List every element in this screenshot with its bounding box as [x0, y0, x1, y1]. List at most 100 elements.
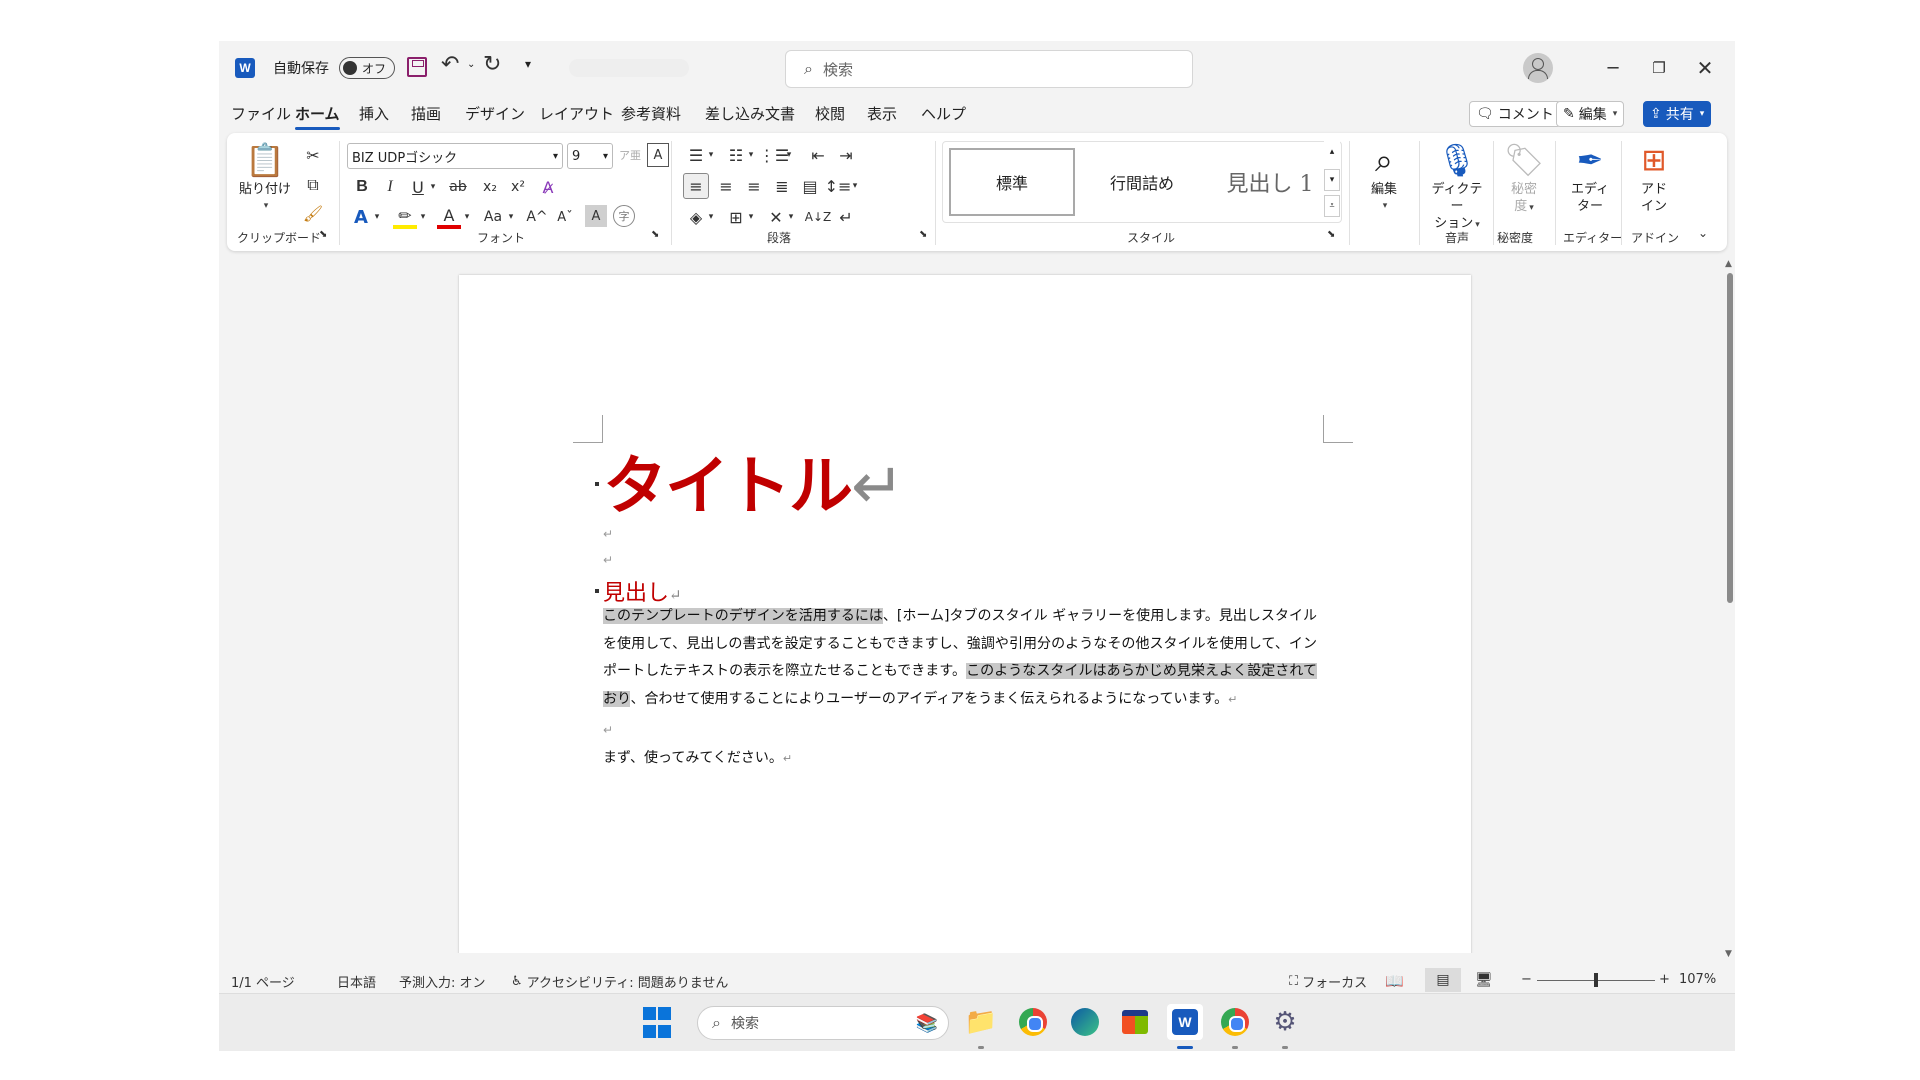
align-left-icon[interactable]: ≡	[683, 173, 709, 199]
gallery-scroll-up-icon[interactable]: ▴	[1324, 141, 1340, 163]
account-avatar-icon[interactable]	[1523, 53, 1553, 83]
text-effects-icon[interactable]: A	[349, 205, 373, 229]
read-mode-icon[interactable]: 📖	[1385, 972, 1404, 990]
editor-button[interactable]: ✒ エディ ター	[1563, 139, 1617, 215]
tab-draw[interactable]: 描画	[411, 103, 441, 124]
document-page[interactable]: タイトル↵ ↵ ↵ 見出し↵ このテンプレートのデザインを活用するには、[ホーム…	[459, 275, 1471, 953]
scroll-down-icon[interactable]: ▼	[1725, 949, 1732, 959]
restore-button[interactable]: ❐	[1639, 53, 1679, 83]
grow-font-icon[interactable]: A^	[525, 205, 549, 229]
dialog-launcher-icon[interactable]: ⬊	[919, 229, 927, 240]
editing-button[interactable]: ⌕ 編集 ▾	[1359, 139, 1409, 215]
focus-mode-button[interactable]: ⛶ フォーカス	[1289, 972, 1367, 991]
align-right-icon[interactable]: ≡	[741, 173, 767, 199]
tab-view[interactable]: 表示	[867, 103, 897, 124]
chevron-down-icon[interactable]: ▾	[849, 173, 861, 199]
tab-mailings[interactable]: 差し込み文書	[705, 103, 795, 124]
bold-icon[interactable]: B	[351, 175, 373, 199]
tab-references[interactable]: 参考資料	[621, 103, 681, 124]
superscript-icon[interactable]: x²	[505, 175, 531, 199]
shrink-font-icon[interactable]: Aˇ	[553, 205, 577, 229]
subscript-icon[interactable]: x₂	[477, 175, 503, 199]
chrome-icon[interactable]	[1217, 1004, 1253, 1040]
dialog-launcher-icon[interactable]: ⬊	[319, 229, 327, 240]
enclose-characters-icon[interactable]: 字	[613, 205, 635, 227]
chevron-down-icon[interactable]: ▾	[745, 143, 757, 167]
font-color-icon[interactable]: A	[437, 205, 461, 229]
underline-icon[interactable]: U	[407, 175, 429, 199]
change-case-icon[interactable]: Aa	[479, 205, 507, 229]
tab-home[interactable]: ホーム	[295, 103, 340, 130]
chevron-down-icon[interactable]: ▾	[785, 205, 797, 229]
autosave-toggle[interactable]: オフ	[339, 57, 395, 79]
document-body-paragraph[interactable]: このテンプレートのデザインを活用するには、[ホーム]タブのスタイル ギャラリーを…	[603, 603, 1317, 713]
strikethrough-icon[interactable]: ab	[445, 175, 471, 199]
gallery-more-icon[interactable]: ⩡	[1324, 195, 1340, 217]
tab-review[interactable]: 校閲	[815, 103, 845, 124]
chevron-down-icon[interactable]: ▾	[783, 143, 795, 167]
undo-dropdown-icon[interactable]: ⌄	[467, 59, 475, 70]
tab-help[interactable]: ヘルプ	[921, 103, 966, 124]
zoom-level[interactable]: 107%	[1679, 972, 1716, 987]
zoom-out-button[interactable]: −	[1521, 972, 1532, 987]
close-button[interactable]: ✕	[1685, 53, 1725, 83]
microsoft-store-icon[interactable]	[1117, 1004, 1153, 1040]
vertical-scrollbar[interactable]: ▲ ▼	[1725, 259, 1735, 959]
word-taskbar-icon[interactable]: W	[1167, 1004, 1203, 1040]
settings-gear-icon[interactable]: ⚙	[1267, 1004, 1303, 1040]
chevron-down-icon[interactable]: ▾	[705, 143, 717, 167]
decrease-indent-icon[interactable]: ⇤	[805, 143, 831, 167]
comment-button[interactable]: 🗨 コメント	[1469, 101, 1561, 127]
document-canvas[interactable]: タイトル↵ ↵ ↵ 見出し↵ このテンプレートのデザインを活用するには、[ホーム…	[219, 255, 1719, 953]
redo-icon[interactable]: ↻	[483, 52, 501, 77]
collapse-ribbon-icon[interactable]: ⌄	[1693, 223, 1713, 243]
style-no-spacing[interactable]: 行間詰め	[1079, 148, 1205, 216]
paste-button[interactable]: 📋 貼り付け ▾	[239, 139, 291, 215]
scrollbar-thumb[interactable]	[1727, 273, 1733, 603]
chevron-down-icon[interactable]: ▾	[705, 205, 717, 229]
distributed-icon[interactable]: ▤	[797, 173, 823, 199]
web-layout-icon[interactable]: 🖥	[1475, 972, 1493, 988]
style-heading-1[interactable]: 見出し 1	[1207, 148, 1333, 216]
language-indicator[interactable]: 日本語	[337, 972, 376, 991]
phonetic-guide-icon[interactable]: ア亜	[619, 143, 641, 167]
tab-layout[interactable]: レイアウト	[539, 103, 614, 124]
file-explorer-icon[interactable]: 📁	[963, 1004, 999, 1040]
cut-icon[interactable]: ✂	[301, 143, 325, 167]
add-ins-button[interactable]: ⊞ アド イン	[1629, 139, 1679, 215]
minimize-button[interactable]: ─	[1593, 53, 1633, 83]
accessibility-status[interactable]: ♿ アクセシビリティ: 問題ありません	[511, 972, 728, 991]
tab-design[interactable]: デザイン	[465, 103, 525, 124]
chevron-down-icon[interactable]: ▾	[745, 205, 757, 229]
scroll-up-icon[interactable]: ▲	[1725, 259, 1732, 269]
chevron-down-icon[interactable]: ▾	[505, 205, 517, 229]
chevron-down-icon[interactable]: ▾	[371, 205, 383, 229]
increase-indent-icon[interactable]: ⇥	[833, 143, 859, 167]
start-windows-icon[interactable]	[641, 1004, 673, 1040]
customize-toolbar-icon[interactable]: ▾	[525, 57, 531, 71]
sensitivity-button[interactable]: 🏷 秘密 度 ▾	[1499, 139, 1549, 217]
search-box[interactable]: ⌕ 検索	[785, 50, 1193, 88]
justify-icon[interactable]: ≣	[769, 173, 795, 199]
document-name[interactable]	[569, 59, 689, 77]
editing-mode-button[interactable]: ✎ 編集 ▾	[1556, 101, 1625, 127]
font-name-combo[interactable]: BIZ UDPゴシック ▾	[347, 143, 563, 169]
chevron-down-icon[interactable]: ▾	[461, 205, 473, 229]
gallery-scroll-down-icon[interactable]: ▾	[1324, 169, 1340, 191]
dictate-button[interactable]: 🎙 ディクテー ション ▾	[1425, 139, 1489, 234]
document-closing-line[interactable]: まず、使ってみてください。↵	[603, 747, 792, 767]
document-title[interactable]: タイトル↵	[603, 435, 905, 527]
tab-insert[interactable]: 挿入	[359, 103, 389, 124]
dialog-launcher-icon[interactable]: ⬊	[1327, 229, 1335, 240]
page-count[interactable]: 1/1 ページ	[231, 972, 295, 991]
character-shading-icon[interactable]: A	[585, 205, 607, 227]
style-normal[interactable]: 標準	[949, 148, 1075, 216]
taskbar-search-box[interactable]: ⌕ 検索 📚	[697, 1006, 949, 1040]
chrome-icon[interactable]	[1015, 1004, 1051, 1040]
predictive-input-status[interactable]: 予測入力: オン	[399, 972, 486, 991]
show-formatting-marks-icon[interactable]: ↵	[833, 205, 859, 229]
chevron-down-icon[interactable]: ▾	[417, 205, 429, 229]
dialog-launcher-icon[interactable]: ⬊	[651, 229, 659, 240]
line-spacing-icon[interactable]: ↕≡	[825, 173, 852, 199]
format-painter-icon[interactable]: 🖌	[301, 201, 325, 225]
